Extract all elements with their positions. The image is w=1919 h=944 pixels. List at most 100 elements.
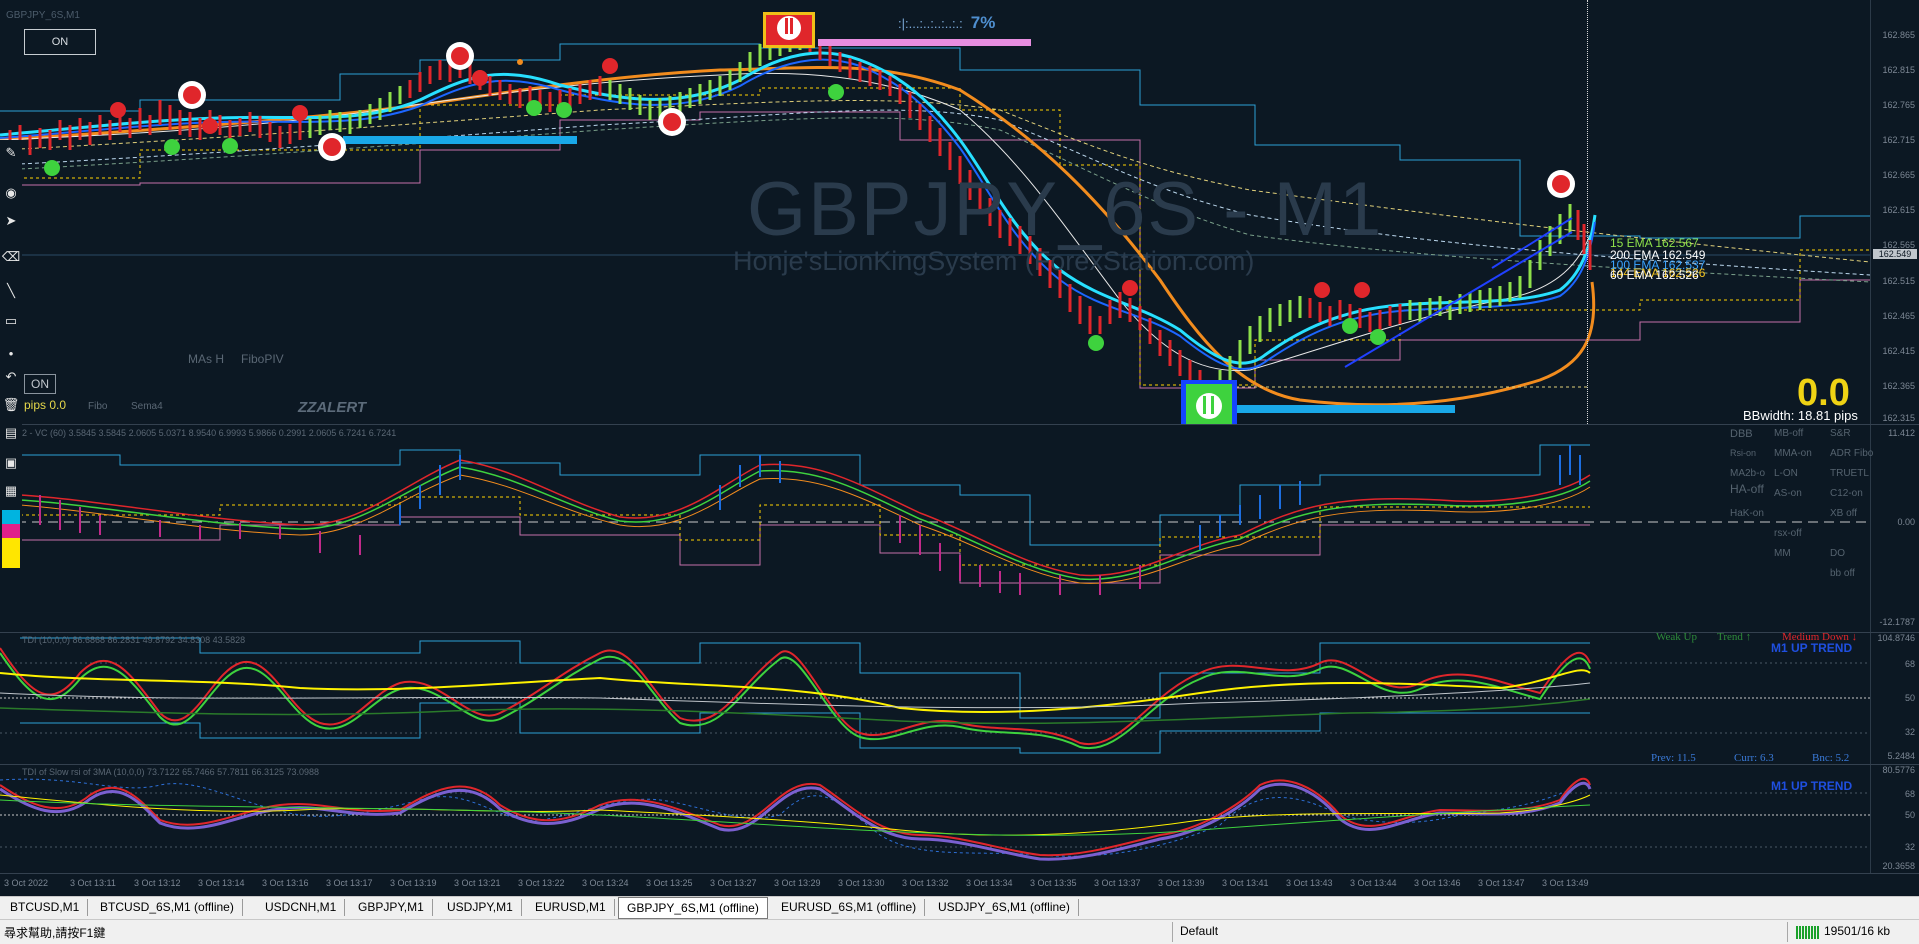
price-tick: 162.515 — [1882, 276, 1915, 286]
toggle-truetl[interactable]: TRUETL — [1830, 468, 1869, 479]
toggle-mb[interactable]: MB-off — [1774, 428, 1803, 439]
color-swatch-yellow[interactable] — [2, 538, 20, 568]
toggle-mma[interactable]: MMA-on — [1774, 448, 1812, 459]
price-tick: 162.615 — [1882, 205, 1915, 215]
tdi-tick: 68 — [1904, 659, 1915, 669]
tdi-tick: 5.2484 — [1887, 751, 1915, 761]
toggle-hak[interactable]: HaK-on — [1730, 508, 1764, 519]
price-tick: 162.465 — [1882, 311, 1915, 321]
status-divider — [1787, 922, 1788, 942]
main-price-pane[interactable]: GBPJPY_6S,M1 ON GBPJPY_6S - M1 Honje'sLi… — [0, 0, 1919, 425]
zzalert-label: ZZALERT — [298, 399, 367, 416]
toggle-ha[interactable]: HA-off — [1730, 482, 1764, 496]
toggle-sr[interactable]: S&R — [1830, 428, 1851, 439]
ruler-icon[interactable]: ▭ — [2, 312, 20, 330]
time-tick: 3 Oct 13:12 — [134, 878, 181, 888]
sema-label[interactable]: Sema4 — [131, 401, 163, 412]
toggle-rsi[interactable]: Rsi-on — [1730, 448, 1756, 458]
toggle-do[interactable]: DO — [1830, 548, 1845, 559]
camera-icon[interactable]: ▣ — [2, 454, 20, 472]
profile-name[interactable]: Default — [1180, 924, 1218, 938]
tab-eurusd[interactable]: EURUSD,M1 — [527, 899, 615, 916]
time-tick: 3 Oct 13:46 — [1414, 878, 1461, 888]
tab-eurusd-6s[interactable]: EURUSD_6S,M1 (offline) — [773, 899, 926, 916]
status-bar: 尋求幫助,請按F1鍵 Default 19501/16 kb — [0, 919, 1919, 944]
chart-tabs: BTCUSD,M1 BTCUSD_6S,M1 (offline) USDCNH,… — [0, 896, 1919, 919]
time-tick: 3 Oct 13:49 — [1542, 878, 1589, 888]
time-tick: 3 Oct 13:44 — [1350, 878, 1397, 888]
price-tick: 162.315 — [1882, 413, 1915, 423]
tab-btcusd-m1[interactable]: BTCUSD,M1 — [2, 899, 89, 916]
main-price-scale[interactable]: 162.865 162.815 162.765 162.715 162.665 … — [1870, 0, 1919, 424]
toggle-xb[interactable]: XB off — [1830, 508, 1857, 519]
vc-tick: -12.1787 — [1879, 617, 1915, 627]
cursor-icon[interactable]: ➤ — [2, 212, 20, 230]
time-tick: 3 Oct 13:27 — [710, 878, 757, 888]
trash-icon[interactable]: 🗑 — [2, 396, 20, 414]
price-tick: 162.715 — [1882, 135, 1915, 145]
toggle-mm[interactable]: MM — [1774, 548, 1791, 559]
curr-label: Curr: 6.3 — [1734, 752, 1774, 764]
undo-icon[interactable]: ↶ — [2, 368, 20, 386]
bbwidth-label: BBwidth: 18.81 pips — [1743, 408, 1858, 423]
eye-icon[interactable]: ◉ — [2, 184, 20, 202]
tab-usdcnh[interactable]: USDCNH,M1 — [257, 899, 346, 916]
tdi-tick: 104.8746 — [1877, 633, 1915, 643]
bnc-label: Bnc: 5.2 — [1812, 752, 1850, 764]
tdi-slow-plot — [0, 777, 1870, 861]
tdi-plot — [0, 637, 1870, 754]
tab-usdjpy-6s[interactable]: USDJPY_6S,M1 (offline) — [930, 899, 1079, 916]
toggle-dbb[interactable]: DBB — [1730, 428, 1753, 440]
time-tick: 3 Oct 13:32 — [902, 878, 949, 888]
toggle-l-on[interactable]: L-ON — [1774, 468, 1798, 479]
tab-gbpjpy[interactable]: GBPJPY,M1 — [350, 899, 433, 916]
dot-icon[interactable]: • — [2, 344, 20, 362]
line-tool-icon[interactable]: ╲ — [2, 282, 20, 300]
time-tick: 3 Oct 13:22 — [518, 878, 565, 888]
color-swatch-cyan[interactable] — [2, 510, 20, 524]
percent-value: 7% — [970, 13, 996, 32]
tab-gbpjpy-6s[interactable]: GBPJPY_6S,M1 (offline) — [618, 897, 768, 919]
toggle-bb[interactable]: bb off — [1830, 568, 1855, 579]
time-tick: 3 Oct 2022 — [4, 878, 49, 888]
symbol-label: GBPJPY_6S,M1 — [6, 10, 80, 21]
tdi-slow-pane[interactable]: TDI of Slow rsi of 3MA (10,0,0) 73.7122 … — [0, 765, 1919, 874]
tdi-slow-tick: 32 — [1904, 842, 1915, 852]
toggle-adr-fibo[interactable]: ADR Fibo — [1830, 448, 1873, 459]
time-tick: 3 Oct 13:39 — [1158, 878, 1205, 888]
toggle-rsx[interactable]: rsx-off — [1774, 528, 1802, 539]
tdi-header: TDI (10,0,0) 86.6868 86.2831 49.8792 34.… — [22, 635, 246, 645]
time-tick: 3 Oct 13:43 — [1286, 878, 1333, 888]
chart-window[interactable]: GBPJPY_6S,M1 ON GBPJPY_6S - M1 Honje'sLi… — [0, 0, 1919, 895]
toggle-c12[interactable]: C12-on — [1830, 488, 1863, 499]
on-toggle-button[interactable]: ON — [24, 29, 96, 55]
color-swatch-magenta[interactable] — [2, 524, 20, 538]
toggle-as[interactable]: AS-on — [1774, 488, 1802, 499]
clipboard-icon[interactable]: ▦ — [2, 482, 20, 500]
vc-indicator-pane[interactable]: 2 - VC (60) 3.5845 3.5845 2.0605 5.0371 … — [0, 425, 1919, 633]
toggle-ma2b[interactable]: MA2b-o — [1730, 468, 1765, 479]
pen-icon[interactable]: ✎ — [2, 144, 20, 162]
fibo-label[interactable]: Fibo — [88, 401, 107, 412]
tdi-pane[interactable]: TDI (10,0,0) 86.6868 86.2831 49.8792 34.… — [0, 633, 1919, 765]
connection-bars-icon — [1796, 926, 1820, 939]
mas-h-label[interactable]: MAs H — [188, 352, 224, 366]
tdi-slow-header: TDI of Slow rsi of 3MA (10,0,0) 73.7122 … — [22, 767, 320, 777]
on-small-button[interactable]: ON — [24, 374, 56, 394]
percent-meter: :|:...:..:..:..:.: 7% — [898, 13, 995, 33]
vc-scale: 11.412 0.00 -12.1787 — [1870, 425, 1919, 632]
template-icon[interactable]: ▤ — [2, 424, 20, 442]
fibopiv-label[interactable]: FiboPIV — [241, 352, 284, 366]
tdi-slow-tick: 50 — [1904, 810, 1915, 820]
tdi-up-trend-label: M1 UP TREND — [1771, 641, 1853, 655]
time-tick: 3 Oct 13:47 — [1478, 878, 1525, 888]
time-tick: 3 Oct 13:30 — [838, 878, 885, 888]
tab-btcusd-6s[interactable]: BTCUSD_6S,M1 (offline) — [92, 899, 243, 916]
eraser-icon[interactable]: ⌫ — [2, 248, 20, 266]
price-tick: 162.415 — [1882, 346, 1915, 356]
time-tick: 3 Oct 13:21 — [454, 878, 501, 888]
tab-usdjpy[interactable]: USDJPY,M1 — [439, 899, 522, 916]
time-tick: 3 Oct 13:29 — [774, 878, 821, 888]
time-axis[interactable]: 3 Oct 2022 3 Oct 13:11 3 Oct 13:12 3 Oct… — [0, 874, 1919, 894]
time-tick: 3 Oct 13:34 — [966, 878, 1013, 888]
